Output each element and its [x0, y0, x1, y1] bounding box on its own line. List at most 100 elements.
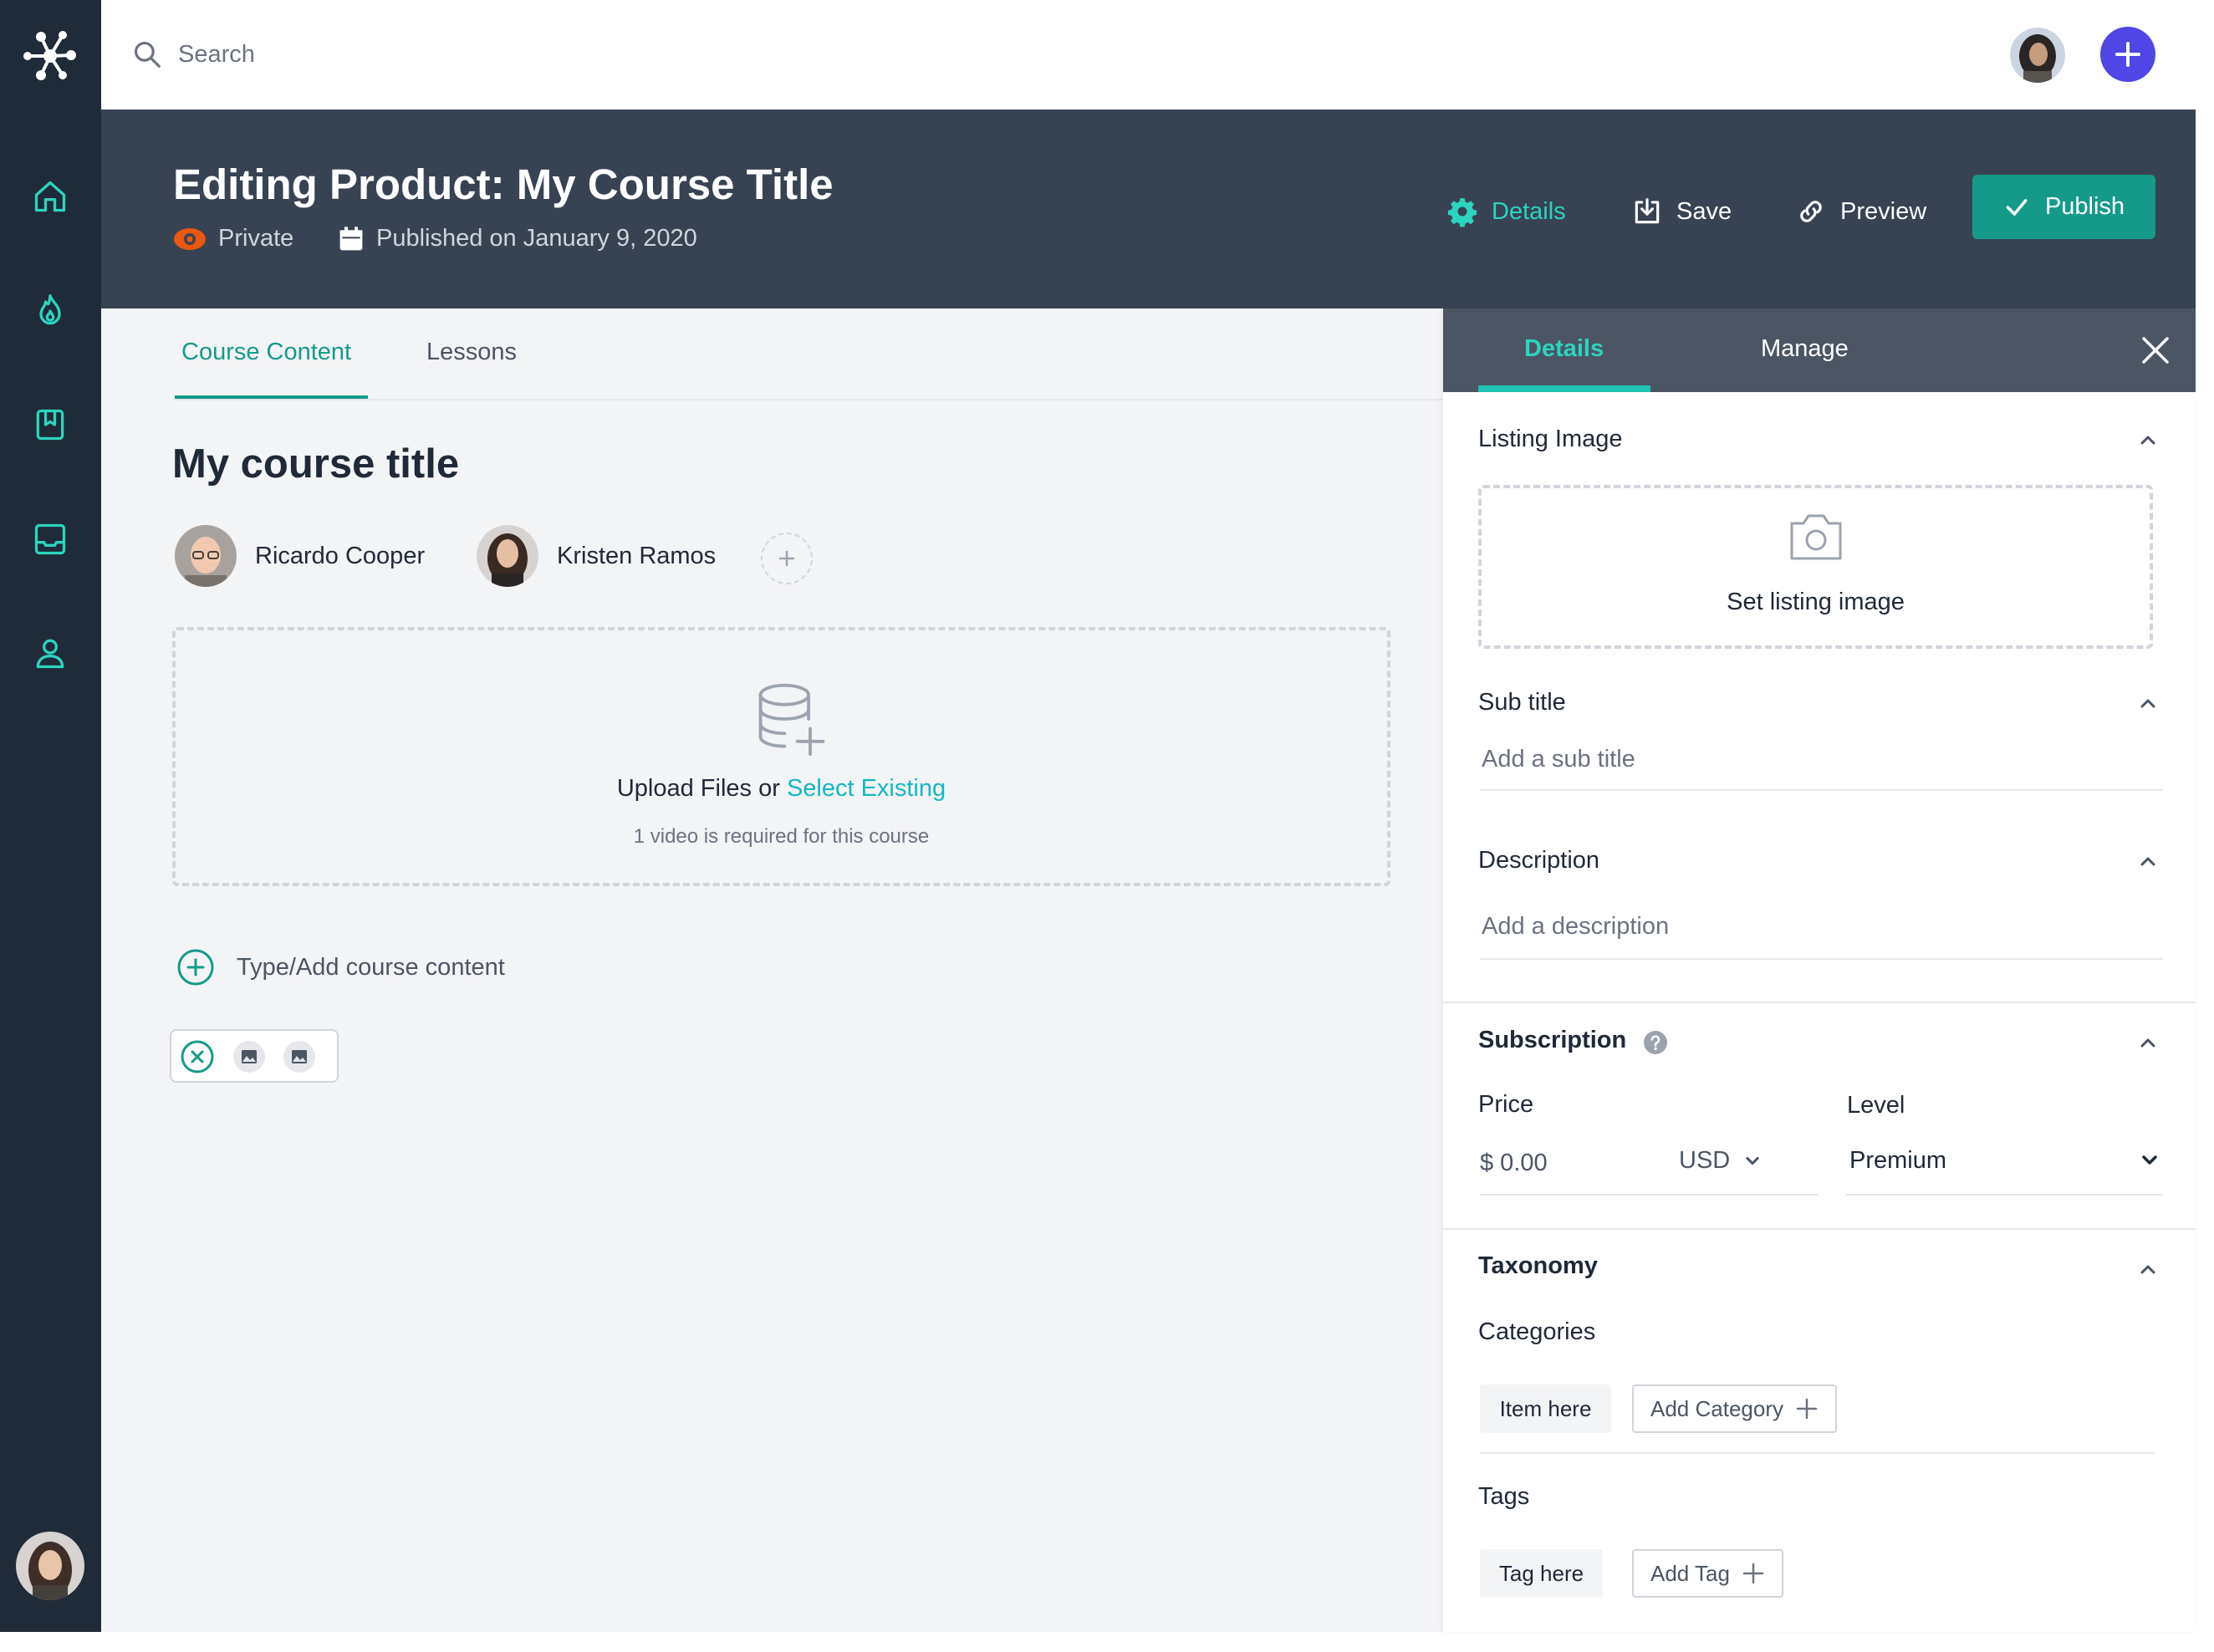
plus-icon — [2115, 42, 2140, 67]
calendar-icon — [339, 226, 363, 250]
author-item[interactable]: Kristen Ramos — [477, 525, 716, 587]
link-icon — [1800, 201, 1822, 222]
author-avatar — [175, 525, 237, 587]
search-icon — [134, 41, 161, 68]
level-select[interactable]: Premium — [1848, 1142, 2162, 1179]
search-input[interactable] — [178, 33, 763, 75]
add-button[interactable] — [2100, 27, 2155, 82]
panel-tab-details[interactable]: Details — [1524, 335, 1604, 363]
course-editor: Course Content Lessons My course title R… — [101, 308, 1443, 1632]
plus-icon — [1742, 1563, 1764, 1584]
subscription-title: Subscription — [1478, 1027, 1627, 1053]
fire-icon[interactable] — [32, 293, 69, 329]
tags-label: Tags — [1478, 1483, 1530, 1510]
description-title: Description — [1478, 847, 1600, 874]
close-icon[interactable] — [2139, 334, 2172, 367]
plus-icon — [1796, 1398, 1818, 1420]
chevron-up-icon[interactable] — [2135, 691, 2160, 716]
level-underline — [1846, 1194, 2163, 1196]
level-label: Level — [1847, 1092, 1905, 1119]
publish-button[interactable]: Publish — [1972, 175, 2155, 239]
add-category-label: Add Category — [1650, 1395, 1783, 1421]
save-icon — [1635, 198, 1660, 224]
price-underline — [1480, 1194, 1818, 1196]
subtitle-title: Sub title — [1478, 689, 1566, 716]
sidebar — [0, 0, 101, 1632]
add-tag-label: Add Tag — [1650, 1560, 1730, 1586]
database-plus-icon — [758, 683, 825, 757]
upload-text: Upload Files or — [616, 775, 780, 802]
panel-header: Details Manage — [1443, 308, 2196, 392]
price-input[interactable]: $ 0.00 — [1480, 1150, 1548, 1177]
upload-dropzone[interactable]: Upload Files or Select Existing 1 video … — [172, 627, 1390, 886]
chevron-down-icon — [1746, 1156, 1759, 1165]
tab-lessons[interactable]: Lessons — [426, 339, 517, 366]
inbox-icon[interactable] — [32, 521, 69, 558]
upload-hint: 1 video is required for this course — [633, 825, 930, 848]
chevron-up-icon[interactable] — [2135, 849, 2160, 874]
add-category-button[interactable]: Add Category — [1632, 1384, 1837, 1433]
listing-image-title: Listing Image — [1478, 426, 1623, 452]
chevron-up-icon[interactable] — [2135, 1257, 2160, 1282]
chevron-down-icon — [2142, 1155, 2157, 1165]
select-existing-link[interactable]: Select Existing — [787, 775, 946, 802]
product-header: Editing Product: My Course Title Private… — [101, 110, 2196, 308]
page-title: Editing Product: My Course Title — [173, 161, 834, 208]
author-item[interactable]: Ricardo Cooper — [175, 525, 425, 587]
camera-icon — [1790, 514, 1842, 560]
categories-label: Categories — [1478, 1318, 1596, 1345]
set-listing-image-button[interactable]: Set listing image — [1478, 485, 2153, 649]
tag-chip[interactable]: Tag here — [1480, 1549, 1603, 1598]
plus-circle-icon — [177, 949, 214, 986]
publish-label: Publish — [2044, 193, 2125, 220]
publish-date: Published on January 9, 2020 — [338, 225, 697, 252]
bookmark-icon[interactable] — [32, 406, 69, 443]
help-icon[interactable] — [1643, 1030, 1668, 1055]
visibility-label: Private — [218, 225, 294, 252]
gear-icon — [1447, 198, 1477, 227]
visibility-status: Private — [173, 225, 293, 252]
add-content-label: Type/Add course content — [237, 953, 505, 981]
set-listing-image-label: Set listing image — [1727, 589, 1905, 615]
close-toolbar-button[interactable] — [180, 1039, 215, 1074]
details-panel: Details Manage Listing Image Set listing… — [1443, 308, 2196, 1632]
preview-label: Preview — [1840, 197, 1927, 225]
section-divider — [1443, 1002, 2196, 1003]
section-divider — [1443, 1228, 2196, 1230]
description-underline — [1480, 958, 2163, 960]
categories-underline — [1480, 1452, 2155, 1454]
author-name: Kristen Ramos — [557, 542, 717, 569]
avatar[interactable] — [16, 1532, 84, 1600]
add-tag-button[interactable]: Add Tag — [1632, 1549, 1783, 1598]
currency-value: USD — [1679, 1147, 1731, 1174]
add-course-content[interactable]: Type/Add course content — [176, 948, 505, 987]
home-icon[interactable] — [32, 178, 69, 215]
panel-tab-manage[interactable]: Manage — [1761, 335, 1849, 363]
user-icon[interactable] — [32, 635, 69, 671]
image-icon — [242, 1050, 257, 1063]
description-input[interactable] — [1482, 905, 2150, 947]
save-button[interactable]: Save — [1631, 183, 1732, 240]
tab-course-content[interactable]: Course Content — [181, 339, 351, 366]
add-author-button[interactable] — [761, 533, 813, 584]
author-name: Ricardo Cooper — [255, 542, 426, 569]
user-avatar[interactable] — [2010, 28, 2065, 83]
upload-prompt: Upload Files or Select Existing — [176, 775, 1387, 803]
level-value: Premium — [1849, 1146, 1947, 1174]
plus-icon — [778, 550, 795, 567]
save-label: Save — [1676, 197, 1732, 225]
insert-gallery-button[interactable] — [283, 1041, 315, 1073]
subtitle-input[interactable] — [1482, 738, 2150, 780]
insert-image-button[interactable] — [233, 1041, 265, 1073]
publish-date-label: Published on January 9, 2020 — [376, 225, 697, 252]
logo-icon[interactable] — [21, 27, 79, 85]
chevron-up-icon[interactable] — [2135, 1030, 2160, 1055]
chevron-up-icon[interactable] — [2135, 427, 2160, 452]
details-button[interactable]: Details — [1446, 183, 1566, 240]
course-title: My course title — [172, 441, 460, 487]
author-avatar — [477, 525, 538, 587]
currency-select[interactable]: USD — [1679, 1147, 1763, 1175]
taxonomy-title: Taxonomy — [1478, 1252, 1598, 1279]
preview-button[interactable]: Preview — [1795, 183, 1926, 240]
category-chip[interactable]: Item here — [1480, 1384, 1611, 1433]
